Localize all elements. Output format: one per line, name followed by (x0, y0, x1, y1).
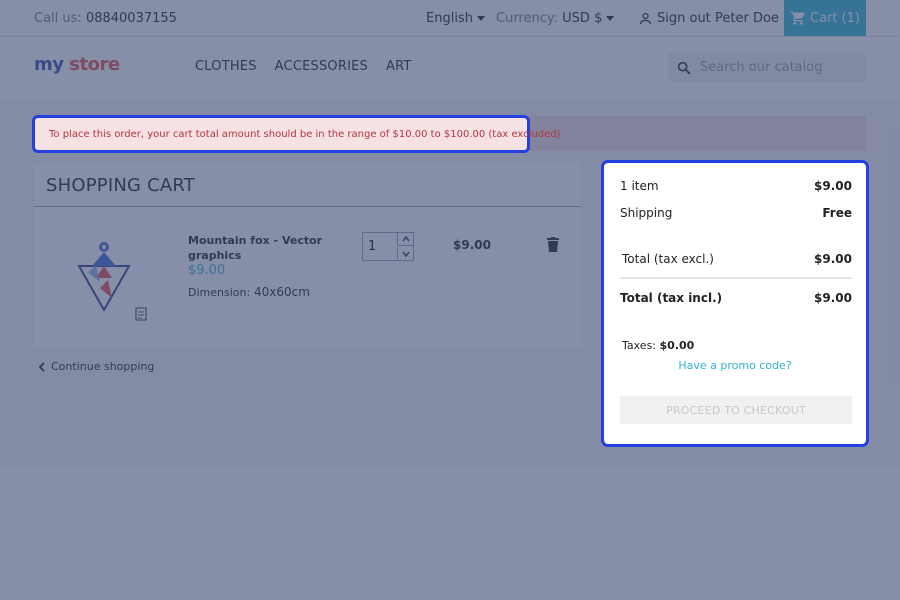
chevron-up-icon (402, 236, 410, 242)
main-nav: CLOTHES ACCESSORIES ART (195, 59, 412, 74)
taxes-label: Taxes: (622, 339, 657, 352)
search-box (668, 53, 866, 82)
top-bar: Call us: 08840037155 English Currency: U… (0, 0, 900, 37)
cart-total-alert: To place this order, your cart total amo… (32, 115, 561, 153)
proceed-to-checkout-button[interactable]: PROCEED TO CHECKOUT (620, 396, 852, 424)
contact-info: Call us: 08840037155 (34, 11, 177, 26)
taxes-value: $0.00 (659, 339, 695, 352)
logo-part-my: my (34, 54, 64, 75)
cart-panel: SHOPPING CART Mountain fox - Vector grap… (34, 163, 581, 348)
currency-selector[interactable]: Currency: USD $ (496, 11, 615, 26)
shipping-label: Shipping (620, 206, 673, 220)
items-label: 1 item (620, 179, 659, 193)
summary-items-row: 1 item $9.00 (620, 179, 852, 193)
quantity-decrease-button[interactable] (397, 247, 414, 260)
summary-divider (620, 277, 852, 279)
currency-value: USD $ (562, 11, 603, 26)
search-input[interactable] (700, 60, 860, 75)
total-excl-value: $9.00 (814, 252, 852, 266)
total-incl-value: $9.00 (814, 291, 852, 305)
cart-label: Cart (810, 10, 838, 26)
quantity-input[interactable] (363, 233, 397, 260)
chevron-left-icon (38, 361, 45, 372)
summary-total-incl-row: Total (tax incl.) $9.00 (620, 291, 852, 305)
caret-down-icon (476, 16, 485, 21)
delete-icon[interactable] (546, 237, 560, 252)
shipping-value: Free (822, 206, 852, 220)
summary-total-excl-row: Total (tax excl.) $9.00 (622, 252, 852, 266)
alert-message: To place this order, your cart total amo… (49, 128, 561, 140)
items-value: $9.00 (814, 179, 852, 193)
phone-number[interactable]: 08840037155 (86, 11, 177, 26)
nav-item-art[interactable]: ART (386, 59, 412, 74)
cart-summary: 1 item $9.00 Shipping Free Total (tax ex… (601, 160, 869, 447)
dimension-label: Dimension: (188, 286, 251, 299)
search-icon[interactable] (676, 60, 692, 76)
summary-shipping-row: Shipping Free (620, 206, 852, 220)
user-icon (639, 12, 652, 25)
site-header: my store CLOTHES ACCESSORIES ART (0, 38, 900, 98)
call-label: Call us: (34, 11, 82, 26)
document-icon (135, 307, 147, 321)
continue-shopping-label: Continue shopping (51, 360, 155, 373)
product-price: $9.00 (188, 263, 226, 278)
dimension-value: 40x60cm (254, 285, 310, 299)
quantity-increase-button[interactable] (397, 233, 414, 246)
product-dimension: Dimension: 40x60cm (188, 285, 310, 299)
sign-out-link[interactable]: Sign out (638, 11, 711, 26)
store-logo[interactable]: my store (34, 54, 120, 75)
continue-shopping-link[interactable]: Continue shopping (38, 360, 154, 373)
quantity-stepper (362, 232, 414, 261)
product-thumbnail[interactable] (74, 238, 134, 313)
total-excl-label: Total (tax excl.) (622, 252, 714, 266)
total-incl-label: Total (tax incl.) (620, 291, 723, 305)
nav-item-clothes[interactable]: CLOTHES (195, 59, 257, 74)
language-selector[interactable]: English (426, 11, 485, 26)
nav-item-accessories[interactable]: ACCESSORIES (275, 59, 368, 74)
chevron-down-icon (402, 251, 410, 257)
divider (34, 206, 581, 207)
cart-button[interactable]: Cart (1) (784, 0, 866, 36)
promo-code-link[interactable]: Have a promo code? (604, 359, 866, 372)
language-label: English (426, 11, 473, 26)
currency-label: Currency: (496, 11, 559, 26)
cart-icon (790, 11, 805, 25)
sign-out-label: Sign out (657, 11, 711, 26)
caret-down-icon (606, 16, 615, 21)
line-total: $9.00 (453, 238, 491, 252)
cart-title: SHOPPING CART (46, 175, 195, 196)
product-name[interactable]: Mountain fox - Vector graphics (188, 233, 328, 263)
taxes-row: Taxes: $0.00 (622, 339, 694, 352)
cart-count: (1) (841, 10, 860, 26)
account-name-link[interactable]: Peter Doe (715, 11, 779, 26)
logo-part-store: store (69, 54, 120, 75)
